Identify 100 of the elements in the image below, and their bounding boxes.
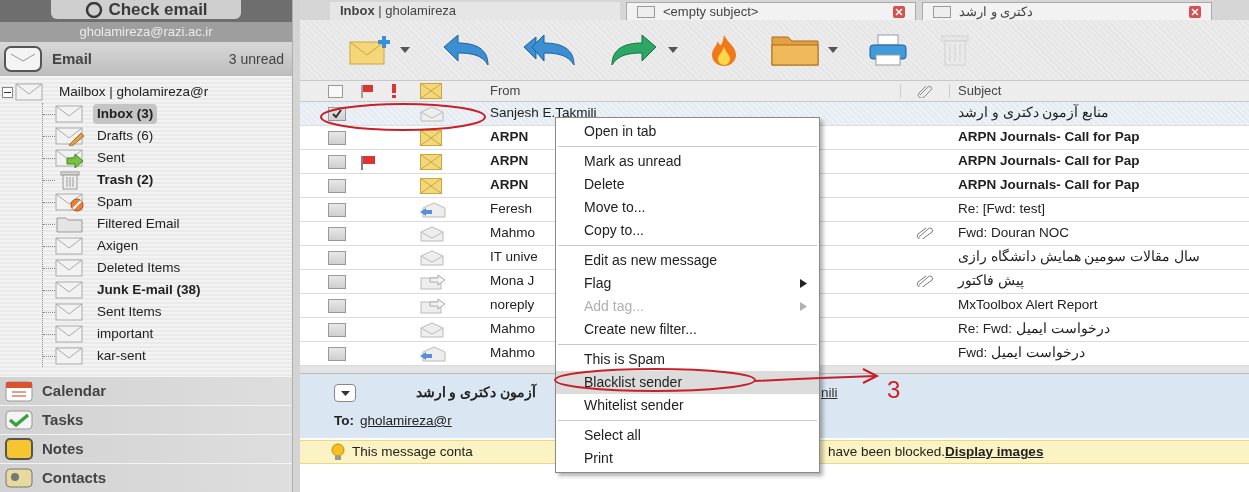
row-checkbox[interactable] (328, 226, 346, 241)
menu-item[interactable]: Print (556, 447, 819, 470)
module-tab[interactable]: Notes (0, 434, 292, 463)
folder-icon (770, 33, 820, 67)
envelope-icon (55, 280, 85, 300)
subject: ARPN Journals- Call for Pap (958, 177, 1140, 193)
menu-item[interactable]: Delete (556, 173, 819, 196)
paperclip-icon[interactable] (917, 84, 933, 98)
select-all-checkbox[interactable] (328, 84, 343, 98)
collapse-icon[interactable] (2, 86, 13, 98)
envelope-icon (55, 258, 85, 278)
subject: Fwd: Douran NOC (958, 225, 1070, 241)
caret-icon (340, 390, 350, 396)
sender: Sanjesh E.Takmili (490, 105, 597, 121)
caret-icon (400, 47, 410, 53)
envelope-icon (55, 346, 85, 366)
menu-item[interactable]: Flag (556, 272, 819, 295)
subject: Re: Fwd: درخواست ایمیل (958, 321, 1110, 337)
account-address: gholamireza@razi.ac.ir (79, 23, 213, 42)
row-checkbox[interactable] (328, 250, 346, 265)
folder-item[interactable]: important (93, 323, 158, 345)
tab[interactable]: Inbox | gholamireza (330, 2, 620, 20)
menu-item[interactable]: Move to... (556, 196, 819, 219)
check-email-button[interactable]: Check email (51, 0, 241, 19)
menu-item[interactable]: Select all (556, 424, 819, 447)
row-checkbox[interactable] (328, 130, 346, 145)
menu-item[interactable]: Create new filter... (556, 318, 819, 341)
recipient-link[interactable]: gholamireza@r (360, 410, 452, 432)
folder-item[interactable]: Filtered Email (93, 213, 184, 235)
printer-icon (868, 33, 908, 67)
envelope-icon (933, 5, 951, 18)
envelope-icon (55, 324, 85, 344)
display-images-link[interactable]: Display images (945, 441, 1044, 463)
column-header[interactable]: Subject (958, 83, 1002, 99)
envelope-forward-icon (420, 273, 446, 290)
close-icon[interactable] (893, 5, 905, 18)
row-checkbox[interactable] (328, 178, 346, 193)
subject: ARPN Journals- Call for Pap (958, 129, 1140, 145)
open-envelope-icon (420, 321, 444, 338)
row-checkbox[interactable] (328, 298, 346, 313)
row-checkbox[interactable] (328, 346, 346, 361)
folder-item[interactable]: Trash (2) (93, 169, 158, 191)
paperclip-icon (916, 226, 934, 239)
row-checkbox[interactable] (328, 274, 346, 289)
folder-item[interactable]: Spam (93, 191, 137, 213)
exclamation-icon[interactable] (390, 84, 398, 98)
menu-item[interactable]: Edit as new message (556, 249, 819, 272)
unread-count: 3 unread (228, 49, 285, 69)
folder-item[interactable]: Axigen (93, 235, 143, 257)
tab[interactable]: دکتری و ارشد (922, 2, 1212, 20)
sender: Mona J (490, 273, 535, 289)
flag-icon[interactable] (360, 84, 374, 98)
sender: Mahmo (490, 225, 535, 241)
folder-item[interactable]: kar-sent (93, 345, 150, 367)
tree-item[interactable]: Mailbox | gholamireza@r (59, 81, 209, 103)
envelope-icon (55, 236, 85, 256)
folder-item[interactable]: Junk E-mail (38) (93, 279, 205, 301)
row-checkbox[interactable] (328, 202, 346, 217)
menu-item[interactable]: This is Spam (556, 348, 819, 371)
message-subject: آزمون دکتری و ارشد (414, 382, 536, 403)
envelope-icon (637, 5, 655, 18)
email-section-header[interactable]: Email 3 unread (0, 42, 292, 76)
folder-item[interactable]: Inbox (3) (93, 103, 158, 125)
subject: MxToolbox Alert Report (958, 297, 1098, 313)
notice-text: This message conta (352, 442, 473, 461)
sender: IT unive (490, 249, 538, 265)
subject: سال مقالات سومین همایش دانشگاه رازی (958, 249, 1200, 265)
contact-card-icon (4, 467, 34, 489)
subject: پیش فاکتور (958, 273, 1024, 289)
menu-item[interactable]: Mark as unread (556, 150, 819, 173)
sender-link[interactable]: nili (821, 382, 838, 404)
flag-icon[interactable] (360, 153, 376, 170)
envelope-icon[interactable] (420, 83, 442, 99)
calendar-icon (4, 379, 34, 403)
module-tab[interactable]: Contacts (0, 463, 292, 492)
folder-item[interactable]: Sent Items (93, 301, 166, 323)
module-tab[interactable]: Calendar (0, 376, 292, 405)
folder-item[interactable]: Sent (93, 147, 129, 169)
dropdown-button[interactable] (334, 384, 356, 402)
row-checkbox[interactable] (328, 154, 346, 169)
module-tab[interactable]: Tasks (0, 405, 292, 434)
pane-splitter[interactable] (292, 0, 300, 492)
envelope-icon (15, 82, 45, 102)
reply-all-arrow-icon (522, 33, 578, 67)
annotation-number: 3 (887, 378, 901, 402)
folder-icon (55, 214, 85, 234)
sender: noreply (490, 297, 535, 313)
folder-item[interactable]: Drafts (6) (93, 125, 158, 147)
envelope-icon (420, 153, 442, 170)
menu-item[interactable]: Copy to... (556, 219, 819, 242)
folder-item[interactable]: Deleted Items (93, 257, 185, 279)
row-checkbox[interactable] (328, 322, 346, 337)
checkmark-icon (332, 109, 342, 118)
menu-item[interactable]: Whitelist sender (556, 394, 819, 417)
subject: Re: [Fwd: test] (958, 201, 1046, 217)
column-header[interactable]: From (490, 83, 521, 99)
close-icon[interactable] (1189, 5, 1201, 18)
tab[interactable]: <empty subject> (626, 2, 916, 20)
envelope-icon (4, 46, 42, 72)
envelope-reply-icon (420, 201, 446, 218)
